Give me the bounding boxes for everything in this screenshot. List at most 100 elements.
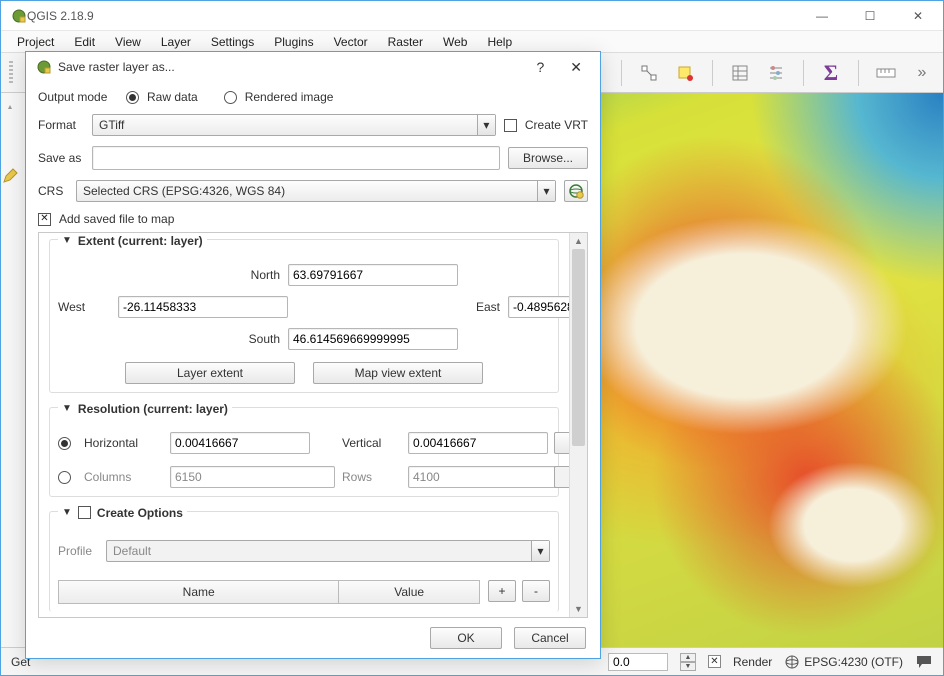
format-combo[interactable]: GTiff ▾ [92, 114, 496, 136]
format-value: GTiff [99, 118, 124, 132]
west-input[interactable] [118, 296, 288, 318]
ruler-icon[interactable] [875, 62, 897, 84]
minimize-button[interactable]: — [807, 5, 837, 27]
menu-view[interactable]: View [105, 31, 151, 52]
menu-web[interactable]: Web [433, 31, 477, 52]
chevron-down-icon: ▾ [477, 115, 495, 135]
chevron-down-icon: ▾ [531, 541, 549, 561]
menu-help[interactable]: Help [477, 31, 522, 52]
options-table: Name Value [58, 580, 480, 604]
dialog-scrollbar[interactable]: ▲ ▼ [569, 233, 587, 617]
save-as-label: Save as [38, 151, 84, 165]
add-option-button[interactable]: + [488, 580, 516, 602]
crs-status-text: EPSG:4230 (OTF) [804, 655, 903, 669]
south-label: South [118, 332, 288, 346]
raw-data-radio[interactable] [126, 91, 139, 104]
crs-combo[interactable]: Selected CRS (EPSG:4326, WGS 84) ▾ [76, 180, 556, 202]
horizontal-input[interactable] [170, 432, 310, 454]
vertical-input[interactable] [408, 432, 548, 454]
dialog-scroll-area: ▼ Extent (current: layer) North West Eas… [38, 232, 588, 618]
layer-extent-button[interactable]: Layer extent [125, 362, 295, 384]
east-input[interactable] [508, 296, 569, 318]
columns-input [170, 466, 335, 488]
output-mode-row: Output mode Raw data Rendered image [38, 90, 588, 104]
south-input[interactable] [288, 328, 458, 350]
options-col-name[interactable]: Name [59, 581, 339, 603]
horizontal-label: Horizontal [84, 436, 164, 450]
map-view-extent-button[interactable]: Map view extent [313, 362, 483, 384]
menu-raster[interactable]: Raster [378, 31, 433, 52]
horizontal-radio[interactable] [58, 437, 71, 450]
menu-vector[interactable]: Vector [324, 31, 378, 52]
flag-icon[interactable] [674, 62, 696, 84]
maximize-button[interactable]: ☐ [855, 5, 885, 27]
menu-plugins[interactable]: Plugins [264, 31, 323, 52]
create-vrt-label: Create VRT [525, 118, 588, 132]
toolbar-separator [803, 60, 804, 86]
crs-value: Selected CRS (EPSG:4326, WGS 84) [83, 184, 285, 198]
rendered-image-label: Rendered image [245, 90, 334, 104]
browse-button[interactable]: Browse... [508, 147, 588, 169]
profile-label: Profile [58, 544, 98, 558]
format-label: Format [38, 118, 84, 132]
ok-button[interactable]: OK [430, 627, 502, 649]
rotation-spinner[interactable]: ▲▼ [680, 653, 696, 671]
create-vrt-checkbox[interactable] [504, 119, 517, 132]
collapse-icon[interactable]: ▼ [62, 235, 72, 246]
create-options-title: Create Options [97, 506, 183, 520]
profile-combo: Default ▾ [106, 540, 550, 562]
north-label: North [118, 268, 288, 282]
render-checkbox[interactable]: ✕ [708, 655, 721, 668]
east-label: East [458, 300, 508, 314]
collapse-icon[interactable]: ▼ [62, 507, 72, 518]
node-icon[interactable] [638, 62, 660, 84]
create-options-checkbox[interactable] [78, 506, 91, 519]
dialog-help-button[interactable]: ? [524, 59, 556, 75]
columns-radio[interactable] [58, 471, 71, 484]
save-as-input[interactable] [92, 146, 500, 170]
crs-picker-button[interactable] [564, 180, 588, 202]
layer-resolution-button[interactable]: Layer resolution [554, 432, 569, 454]
render-label: Render [733, 655, 772, 669]
toolbar-grip[interactable] [9, 61, 13, 85]
columns-label: Columns [84, 470, 164, 484]
dialog-close-button[interactable]: ✕ [562, 59, 590, 76]
collapse-icon[interactable]: ▼ [62, 403, 72, 414]
cancel-button[interactable]: Cancel [514, 627, 586, 649]
rows-input [408, 466, 569, 488]
messages-icon[interactable] [915, 653, 933, 671]
menu-settings[interactable]: Settings [201, 31, 264, 52]
north-input[interactable] [288, 264, 458, 286]
remove-option-button[interactable]: - [522, 580, 550, 602]
add-saved-label: Add saved file to map [59, 212, 174, 226]
menu-project[interactable]: Project [7, 31, 64, 52]
scroll-down-icon[interactable]: ▼ [571, 601, 587, 617]
menu-edit[interactable]: Edit [64, 31, 105, 52]
layer-size-button: Layer size [554, 466, 569, 488]
extent-title: Extent (current: layer) [78, 234, 203, 248]
close-button[interactable]: ✕ [903, 5, 933, 27]
abacus-icon[interactable] [765, 62, 787, 84]
crs-globe-icon[interactable]: EPSG:4230 (OTF) [784, 654, 903, 670]
profile-value: Default [113, 544, 151, 558]
add-saved-checkbox[interactable] [38, 213, 51, 226]
vertical-label: Vertical [342, 436, 402, 450]
dialog-titlebar[interactable]: Save raster layer as... ? ✕ [26, 52, 600, 82]
output-mode-label: Output mode [38, 90, 118, 104]
options-col-value[interactable]: Value [339, 581, 479, 603]
chevron-down-icon: ▾ [537, 181, 555, 201]
toolbar-separator [621, 60, 622, 86]
toolbar-separator [858, 60, 859, 86]
menu-layer[interactable]: Layer [151, 31, 201, 52]
rotation-input[interactable] [608, 653, 668, 671]
save-as-row: Save as Browse... [38, 146, 588, 170]
rendered-image-radio[interactable] [224, 91, 237, 104]
menu-bar: Project Edit View Layer Settings Plugins… [1, 31, 943, 53]
scroll-thumb[interactable] [572, 249, 585, 446]
crs-label: CRS [38, 184, 68, 198]
scroll-up-icon[interactable]: ▲ [571, 233, 587, 249]
window-title: QGIS 2.18.9 [27, 9, 807, 23]
overflow-icon[interactable]: » [911, 62, 933, 84]
table-icon[interactable] [729, 62, 751, 84]
sigma-icon[interactable]: Σ [820, 62, 842, 84]
